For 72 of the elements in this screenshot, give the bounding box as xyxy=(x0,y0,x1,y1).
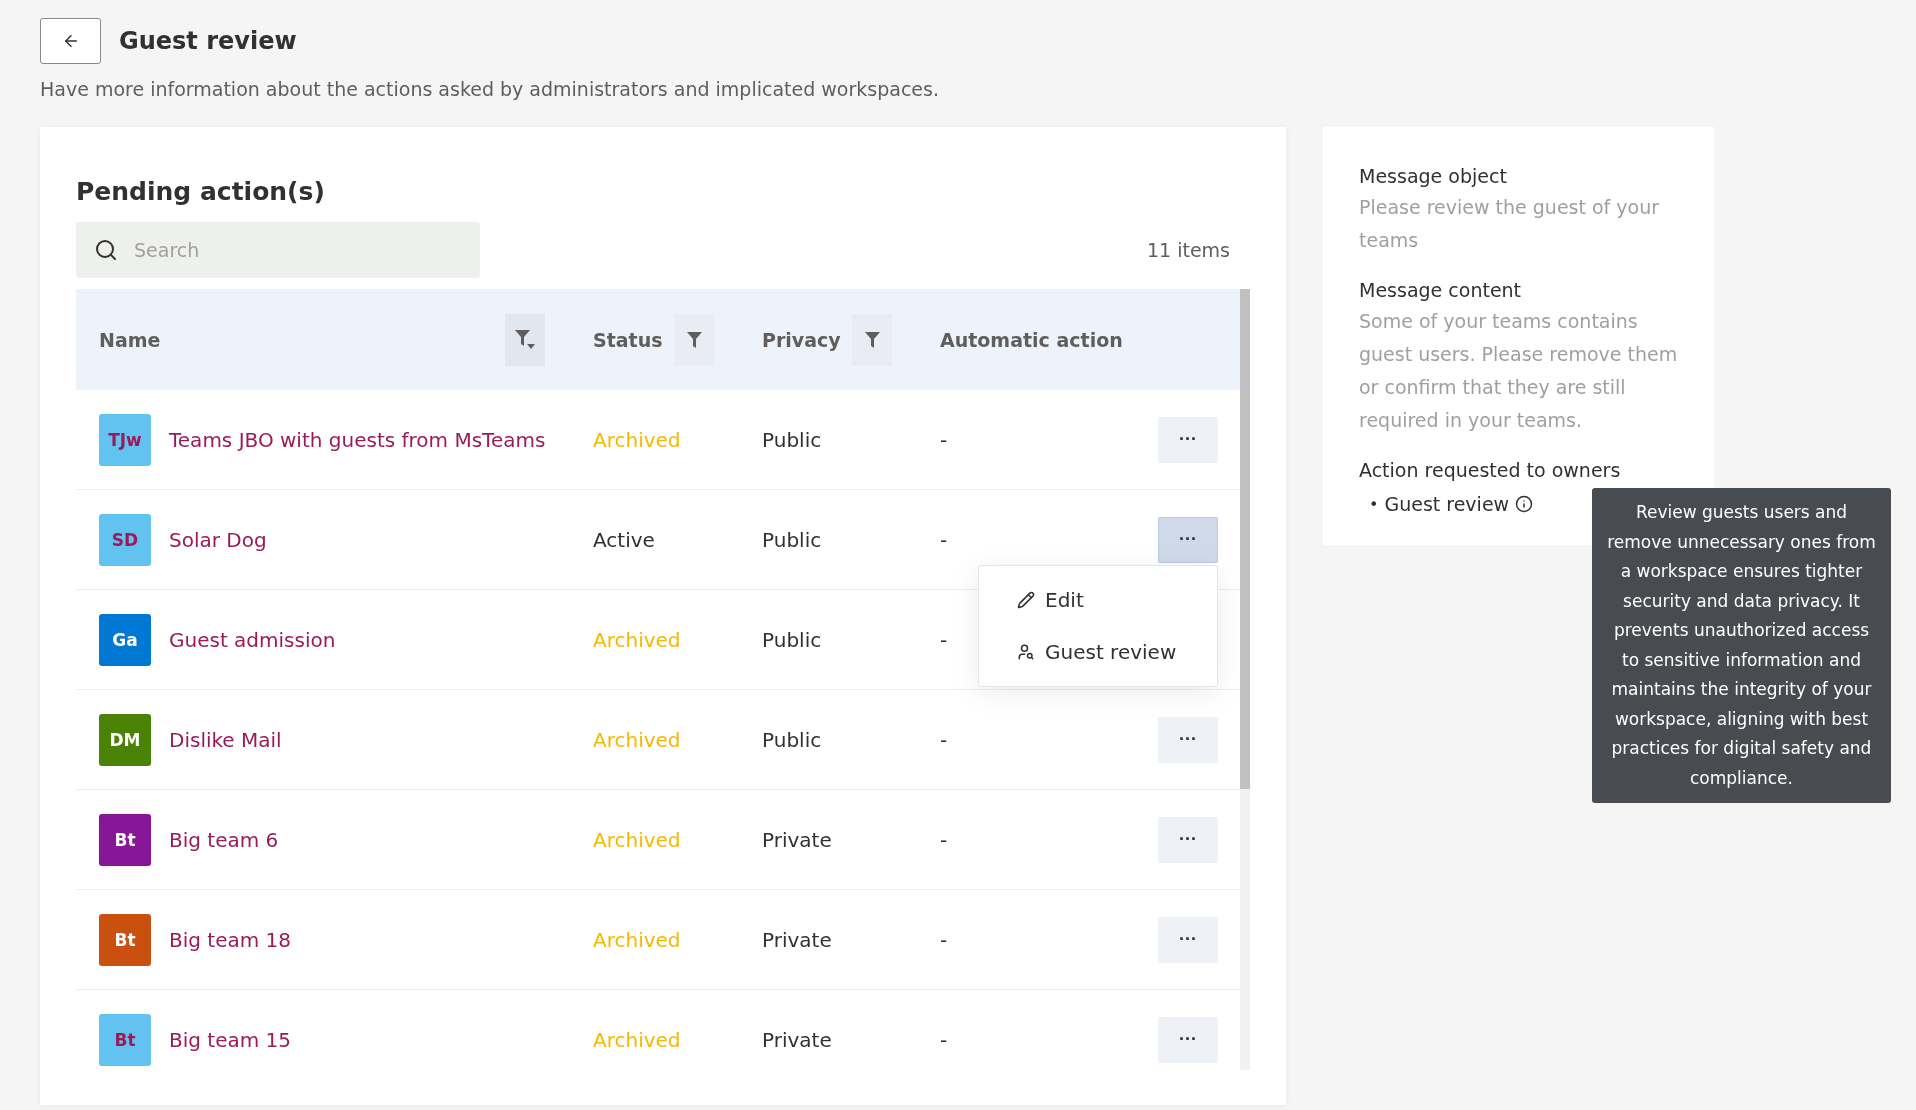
automatic-action-text: - xyxy=(940,827,948,852)
filter-icon xyxy=(864,331,880,348)
automatic-action-text: - xyxy=(940,1027,948,1052)
automatic-action-text: - xyxy=(940,527,948,552)
info-icon[interactable] xyxy=(1515,495,1534,513)
privacy-text: Private xyxy=(762,827,832,852)
filter-button[interactable] xyxy=(674,313,714,366)
bullet: • xyxy=(1369,494,1379,514)
team-avatar: Ga xyxy=(99,613,151,666)
privacy-text: Public xyxy=(762,427,822,452)
search-field[interactable]: Search xyxy=(76,222,480,278)
section-text: Please review the guest of your teams xyxy=(1359,195,1661,253)
search-icon xyxy=(94,238,118,262)
section-heading: Message object xyxy=(1359,165,1508,187)
person-search-icon xyxy=(1017,642,1035,661)
status-text: Archived xyxy=(593,427,681,452)
team-name-link[interactable]: Big team 18 xyxy=(169,927,292,952)
team-avatar: Bt xyxy=(99,1013,151,1066)
team-avatar: TJw xyxy=(99,413,151,466)
team-name-link[interactable]: Big team 6 xyxy=(169,827,279,852)
more-button[interactable]: ··· xyxy=(1158,416,1218,463)
filter-sort-icon xyxy=(515,330,535,349)
privacy-text: Private xyxy=(762,927,832,952)
section-heading: Message content xyxy=(1359,279,1523,301)
filter-button[interactable] xyxy=(505,313,545,366)
status-text: Archived xyxy=(593,727,681,752)
card-title: Pending action(s) xyxy=(76,177,326,206)
team-avatar: SD xyxy=(99,513,151,566)
pencil-icon xyxy=(1017,590,1035,609)
status-text: Archived xyxy=(593,927,681,952)
team-name-link[interactable]: Dislike Mail xyxy=(169,727,282,752)
status-text: Archived xyxy=(593,827,681,852)
team-avatar: Bt xyxy=(99,913,151,966)
column-header: Automatic action xyxy=(940,328,1123,351)
action-label: Guest review xyxy=(1384,493,1510,515)
automatic-action-text: - xyxy=(940,727,948,752)
privacy-text: Public xyxy=(762,527,822,552)
menu-item[interactable]: Edit xyxy=(979,573,1217,626)
section-heading: Action requested to owners xyxy=(1359,459,1622,481)
back-button[interactable] xyxy=(40,18,101,64)
privacy-text: Private xyxy=(762,1027,832,1052)
status-text: Archived xyxy=(593,1027,681,1052)
status-text: Archived xyxy=(593,627,681,652)
privacy-text: Public xyxy=(762,627,822,652)
more-button[interactable]: ··· xyxy=(1158,516,1218,563)
filter-icon xyxy=(686,331,702,348)
more-button[interactable]: ··· xyxy=(1158,916,1218,963)
filter-button[interactable] xyxy=(852,313,892,366)
column-header: Name xyxy=(99,328,161,351)
page-subtitle: Have more information about the actions asked by administrators and implicated workspaces. xyxy=(40,78,940,100)
team-avatar: DM xyxy=(99,713,151,766)
menu-item[interactable]: Guest review xyxy=(979,625,1217,678)
section-text: Some of your teams contains guest users. Please remove them or confirm that they are still required in your teams. xyxy=(1359,309,1678,433)
team-name-link[interactable]: Guest admission xyxy=(169,627,336,652)
automatic-action-text: - xyxy=(940,927,948,952)
team-avatar: Bt xyxy=(99,813,151,866)
page-title: Guest review xyxy=(119,27,297,55)
item-count: 11 items xyxy=(1146,239,1230,261)
more-button[interactable]: ··· xyxy=(1158,716,1218,763)
more-button[interactable]: ··· xyxy=(1158,1016,1218,1063)
automatic-action-text: - xyxy=(940,427,948,452)
automatic-action-text: - xyxy=(940,627,948,652)
status-text: Active xyxy=(593,527,655,552)
privacy-text: Public xyxy=(762,727,822,752)
team-name-link[interactable]: Big team 15 xyxy=(169,1027,292,1052)
more-button[interactable]: ··· xyxy=(1158,816,1218,863)
column-header: Status xyxy=(593,328,663,351)
scrollbar[interactable] xyxy=(1240,289,1250,1070)
team-name-link[interactable]: Teams JBO with guests from MsTeams xyxy=(169,427,546,452)
tooltip: Review guests users and remove unnecessary ones from a workspace ensures tighter security and data privacy. It prevents unauthorized access to sensitive information and maintains the integrity of your workspace, aligning with best practices for digital safety and compliance. xyxy=(1592,488,1891,803)
team-name-link[interactable]: Solar Dog xyxy=(169,527,267,552)
column-header: Privacy xyxy=(762,328,841,351)
